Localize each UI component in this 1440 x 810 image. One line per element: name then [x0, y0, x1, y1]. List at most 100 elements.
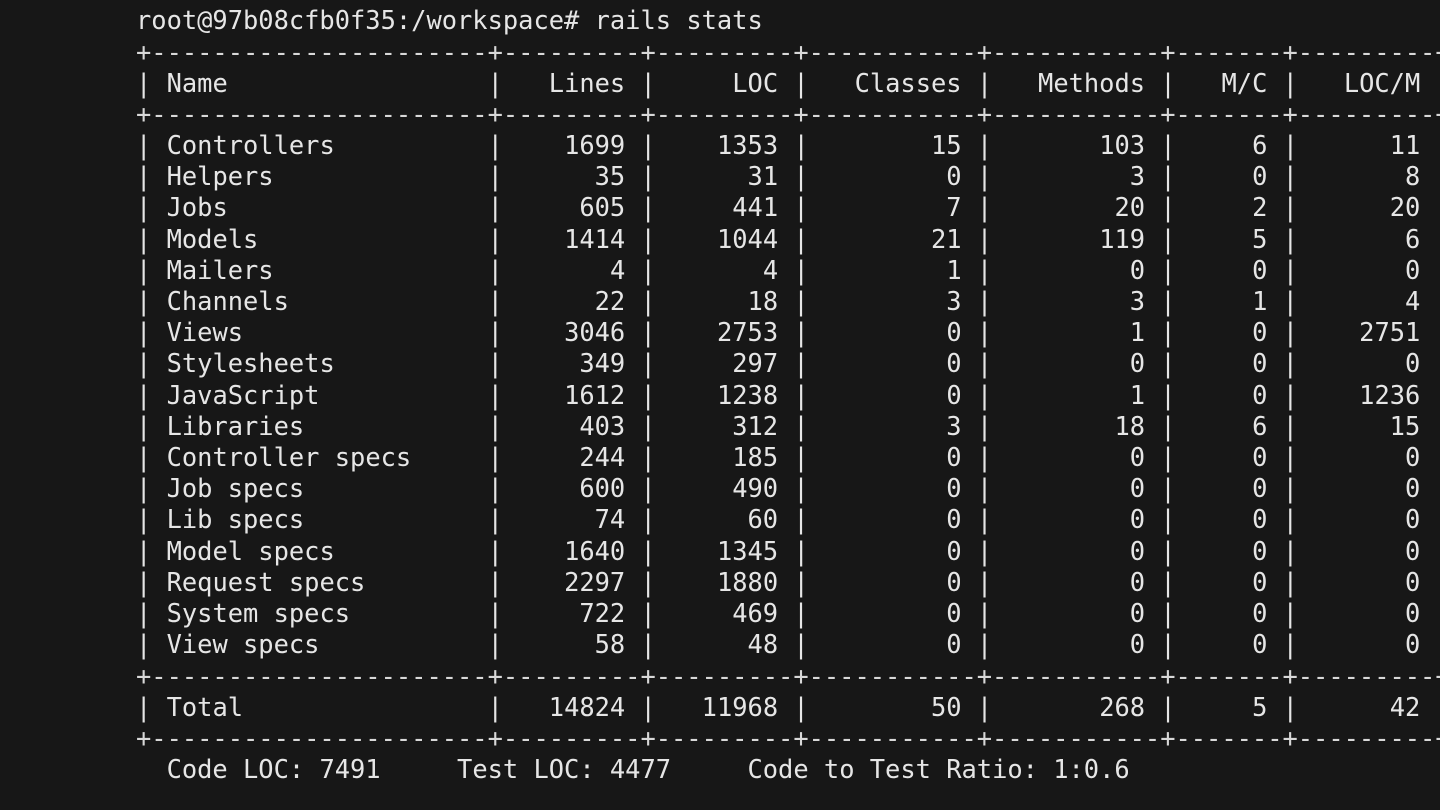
column-separator: |: [487, 161, 503, 192]
cell-name: View specs: [166, 629, 320, 660]
cell-lines: 722: [579, 598, 626, 628]
column-separator: |: [136, 566, 152, 597]
column-separator: |: [1160, 223, 1176, 254]
column-separator: |: [1436, 598, 1440, 628]
column-separator: |: [1436, 161, 1440, 191]
column-separator: |: [793, 442, 809, 472]
column-separator: |: [976, 629, 993, 660]
table-row: | Stylesheets | 349 | 297 | 0 | 0 | 0 | …: [136, 348, 1440, 379]
cell-classes: 0: [946, 504, 962, 535]
cell-lines: 605: [579, 192, 626, 223]
column-separator: |: [976, 566, 993, 597]
cell-name: Channels: [166, 286, 289, 316]
column-separator: |: [487, 130, 503, 160]
column-separator: |: [976, 317, 993, 348]
column-separator: |: [976, 68, 993, 98]
column-separator: |: [976, 379, 993, 410]
column-separator: |: [1282, 692, 1298, 722]
column-separator: |: [136, 692, 152, 722]
column-separator: |: [976, 286, 993, 316]
column-separator: |: [136, 254, 152, 285]
column-separator: |: [793, 223, 809, 254]
column-separator: |: [1160, 598, 1176, 628]
cell-lines: 1414: [564, 223, 626, 254]
column-separator: |: [487, 410, 503, 441]
table-row: | Libraries | 403 | 312 | 3 | 18 | 6 | 1…: [136, 411, 1440, 442]
cell-lines: 2297: [564, 566, 626, 597]
cell-classes: 0: [946, 317, 962, 348]
cell-m-c: 5: [1252, 223, 1268, 254]
column-separator: |: [976, 348, 993, 379]
cell-classes: 0: [946, 379, 962, 410]
cell-lines: 600: [579, 473, 626, 504]
column-separator: |: [487, 598, 503, 628]
column-separator: |: [793, 130, 809, 160]
column-separator: |: [1160, 286, 1176, 316]
column-separator: |: [1160, 130, 1176, 160]
column-separator: |: [487, 286, 503, 316]
cell-classes: 0: [946, 598, 962, 628]
column-separator: |: [1436, 411, 1440, 441]
cell-name: Lib specs: [166, 504, 305, 535]
cell-loc-m: 0: [1404, 348, 1421, 379]
table-row: | Views | 3046 | 2753 | 0 | 1 | 0 | 2751…: [136, 317, 1440, 348]
column-separator: |: [640, 473, 656, 504]
cell-m-c: 0: [1252, 442, 1268, 472]
column-separator: |: [976, 223, 993, 254]
column-separator: |: [1282, 535, 1298, 566]
cell-loc-m: 0: [1404, 598, 1421, 628]
cell-loc: 31: [747, 161, 779, 192]
column-separator: |: [487, 566, 503, 597]
column-separator: |: [1160, 192, 1176, 223]
column-separator: |: [976, 192, 993, 223]
cell-classes: 3: [946, 410, 962, 441]
cell-name: Mailers: [166, 254, 274, 285]
column-separator: |: [1436, 317, 1440, 347]
table-row: | Lib specs | 74 | 60 | 0 | 0 | 0 | 0 |: [136, 504, 1440, 535]
cell-loc: 1238: [716, 379, 779, 410]
total-cell-name: Total: [166, 692, 244, 722]
column-separator: |: [487, 442, 503, 472]
cell-name: Views: [166, 317, 244, 348]
cell-m-c: 0: [1252, 348, 1268, 379]
column-separator: |: [1160, 317, 1176, 348]
terminal-window[interactable]: root@97b08cfb0f35:/workspace# rails stat…: [0, 0, 1440, 810]
column-separator: |: [640, 348, 656, 379]
total-cell-loc: 11968: [701, 692, 779, 722]
cell-methods: 0: [1129, 348, 1146, 379]
cell-lines: 22: [594, 286, 626, 316]
cell-m-c: 0: [1252, 317, 1268, 348]
table-row: | System specs | 722 | 469 | 0 | 0 | 0 |…: [136, 598, 1440, 629]
cell-classes: 0: [946, 473, 962, 504]
column-separator: |: [640, 566, 656, 597]
cell-name: Stylesheets: [166, 348, 335, 379]
column-separator: |: [1282, 348, 1298, 379]
column-separator: |: [976, 130, 993, 160]
column-separator: |: [976, 692, 993, 722]
cell-loc-m: 20: [1389, 192, 1421, 223]
cell-classes: 0: [946, 161, 962, 192]
column-separator: |: [1436, 536, 1440, 566]
cell-lines: 74: [594, 504, 626, 535]
column-separator: |: [793, 598, 809, 628]
column-separator: |: [640, 192, 656, 223]
column-separator: |: [1436, 692, 1440, 722]
column-separator: |: [976, 504, 993, 535]
cell-name: Controller specs: [166, 442, 412, 472]
cell-classes: 0: [946, 535, 962, 566]
cell-classes: 3: [946, 286, 962, 316]
column-separator: |: [1436, 224, 1440, 254]
column-separator: |: [1282, 629, 1298, 660]
cell-lines: 349: [579, 348, 626, 379]
table-row: | Mailers | 4 | 4 | 1 | 0 | 0 | 0 |: [136, 255, 1440, 286]
cell-classes: 0: [946, 442, 962, 472]
cell-loc: 1044: [716, 223, 779, 254]
column-separator: |: [640, 379, 656, 410]
column-separator: |: [1160, 473, 1176, 504]
cell-classes: 7: [946, 192, 962, 223]
column-separator: |: [1436, 567, 1440, 597]
column-separator: |: [1282, 254, 1298, 285]
cell-name: Libraries: [166, 410, 305, 441]
column-header-classes: Classes: [854, 68, 962, 98]
column-separator: |: [793, 473, 809, 504]
